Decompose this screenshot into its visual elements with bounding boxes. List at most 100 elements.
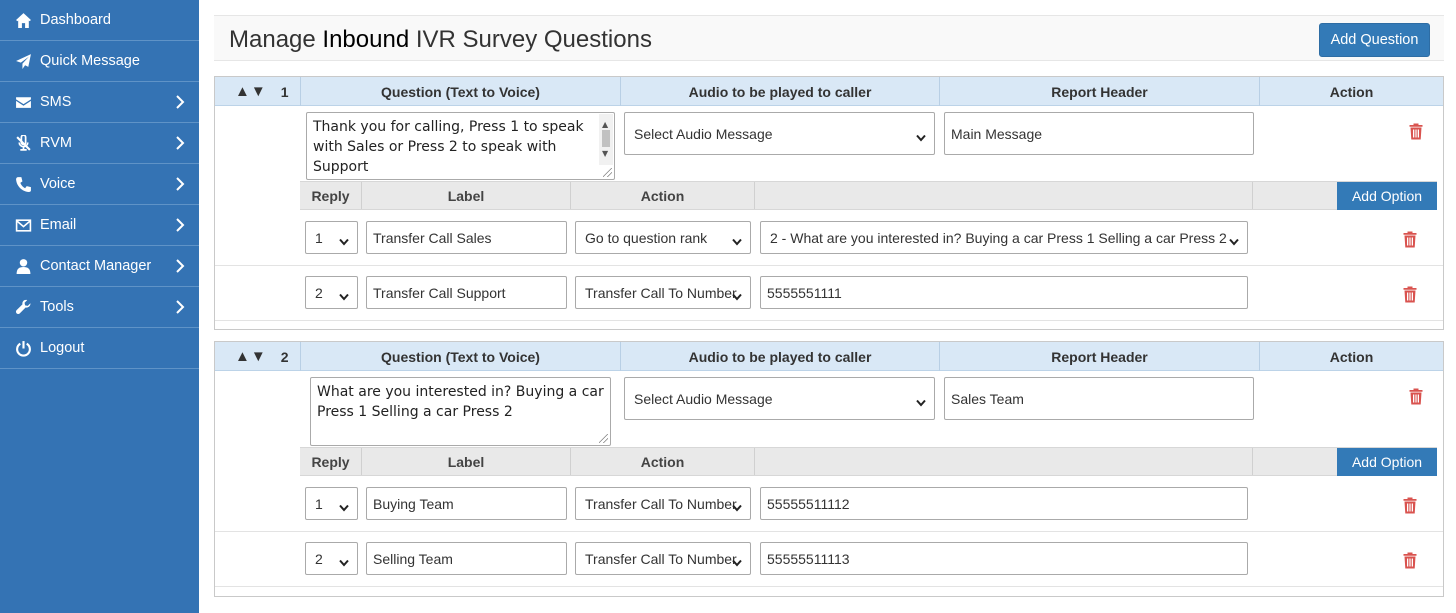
sidebar-item-sms[interactable]: SMS: [0, 82, 199, 123]
textarea-scrollbar[interactable]: ▲ ▼: [599, 114, 613, 165]
trash-icon: [1403, 497, 1417, 514]
rank-number: 2: [280, 348, 289, 365]
sidebar-item-rvm[interactable]: RVM: [0, 123, 199, 164]
option-action-select[interactable]: Go to question rank: [575, 221, 751, 254]
reorder-arrows-icon[interactable]: ▲▼: [235, 348, 267, 365]
sidebar-item-logout[interactable]: Logout: [0, 328, 199, 369]
chevron-down-icon: [732, 233, 742, 246]
column-audio: Audio to be played to caller: [620, 342, 939, 371]
rank-number: 1: [280, 83, 289, 100]
sidebar-item-label: Contact Manager: [40, 258, 152, 274]
column-question: Question (Text to Voice): [300, 77, 620, 106]
option-target-input[interactable]: 5555551111: [760, 276, 1248, 309]
audio-select[interactable]: Select Audio Message: [624, 377, 935, 420]
column-blank: [1252, 448, 1337, 475]
option-label-value: Transfer Call Support: [373, 284, 506, 301]
envelope-icon: [13, 93, 33, 111]
question-header: ▲▼ 2 Question (Text to Voice) Audio to b…: [215, 342, 1443, 371]
delete-option-button[interactable]: [1403, 286, 1417, 303]
question-text-input[interactable]: Thank you for calling, Press 1 to speak …: [306, 112, 615, 180]
chevron-right-icon: [175, 177, 185, 191]
chevron-down-icon: [339, 233, 349, 246]
sidebar-item-dashboard[interactable]: Dashboard: [0, 0, 199, 41]
question-text-input[interactable]: What are you interested in? Buying a car…: [310, 377, 611, 446]
option-target-input[interactable]: 55555511113: [760, 542, 1248, 575]
trash-icon: [1409, 388, 1423, 405]
option-action-select[interactable]: Transfer Call To Number: [575, 487, 751, 520]
delete-option-button[interactable]: [1403, 552, 1417, 569]
sidebar-item-label: RVM: [40, 135, 72, 151]
column-target: [754, 448, 1252, 475]
option-label-input[interactable]: Selling Team: [366, 542, 567, 575]
page-title-part1: Manage: [229, 26, 316, 53]
chevron-down-icon: [732, 499, 742, 512]
column-label: Label: [361, 182, 570, 209]
delete-option-button[interactable]: [1403, 497, 1417, 514]
sidebar: Dashboard Quick Message SMS RVM Voice Em…: [0, 0, 199, 613]
reply-select[interactable]: 1: [305, 487, 358, 520]
page-title-bold: Inbound: [322, 26, 410, 53]
column-option-action: Action: [570, 182, 754, 209]
reply-value: 2: [315, 284, 323, 301]
reply-select[interactable]: 2: [305, 542, 358, 575]
option-action-select[interactable]: Transfer Call To Number: [575, 542, 751, 575]
option-action-select[interactable]: Transfer Call To Number: [575, 276, 751, 309]
sidebar-item-voice[interactable]: Voice: [0, 164, 199, 205]
sidebar-item-email[interactable]: Email: [0, 205, 199, 246]
sidebar-item-quick-message[interactable]: Quick Message: [0, 41, 199, 82]
phone-icon: [13, 175, 33, 193]
option-target-input[interactable]: 55555511112: [760, 487, 1248, 520]
page-header: Manage Inbound IVR Survey Questions Add …: [214, 15, 1444, 61]
reply-value: 1: [315, 229, 323, 246]
resize-handle-icon[interactable]: [599, 434, 608, 443]
chevron-down-icon: [916, 129, 926, 142]
option-action-value: Transfer Call To Number: [585, 284, 737, 301]
column-report-header: Report Header: [939, 77, 1259, 106]
sidebar-item-tools[interactable]: Tools: [0, 287, 199, 328]
page-title-part2: IVR Survey Questions: [415, 26, 652, 53]
report-header-input[interactable]: Sales Team: [944, 377, 1254, 420]
chevron-down-icon: [339, 499, 349, 512]
report-header-input[interactable]: Main Message: [944, 112, 1254, 155]
delete-question-button[interactable]: [1409, 388, 1423, 405]
options-header: Reply Label Action Add Option: [300, 447, 1437, 476]
chevron-right-icon: [175, 300, 185, 314]
reply-select[interactable]: 1: [305, 221, 358, 254]
option-action-value: Transfer Call To Number: [585, 495, 737, 512]
question-block-2: ▲▼ 2 Question (Text to Voice) Audio to b…: [214, 341, 1444, 597]
trash-icon: [1409, 123, 1423, 140]
option-target-value: 5555551111: [767, 284, 842, 301]
question-text-value: What are you interested in? Buying a car…: [317, 384, 604, 420]
add-question-button[interactable]: Add Question: [1319, 23, 1430, 57]
option-label-input[interactable]: Transfer Call Support: [366, 276, 567, 309]
option-target-select[interactable]: 2 - What are you interested in? Buying a…: [760, 221, 1248, 254]
delete-question-button[interactable]: [1409, 123, 1423, 140]
sidebar-item-label: SMS: [40, 94, 72, 110]
page-title: Manage Inbound IVR Survey Questions: [229, 26, 652, 54]
audio-select-value: Select Audio Message: [634, 390, 773, 407]
option-label-input[interactable]: Transfer Call Sales: [366, 221, 567, 254]
power-icon: [13, 339, 33, 357]
microphone-slash-icon: [13, 134, 33, 152]
options-header: Reply Label Action Add Option: [300, 181, 1437, 210]
option-target-value: 55555511113: [767, 550, 850, 567]
sidebar-item-label: Logout: [40, 340, 85, 356]
reorder-arrows-icon[interactable]: ▲▼: [235, 83, 267, 100]
sidebar-item-contact-manager[interactable]: Contact Manager: [0, 246, 199, 287]
option-label-input[interactable]: Buying Team: [366, 487, 567, 520]
question-text-value: Thank you for calling, Press 1 to speak …: [313, 119, 584, 175]
audio-select[interactable]: Select Audio Message: [624, 112, 935, 155]
envelope-outline-icon: [13, 216, 33, 234]
option-label-value: Selling Team: [373, 550, 453, 567]
reply-value: 2: [315, 550, 323, 567]
resize-handle-icon[interactable]: [603, 168, 612, 177]
sidebar-item-label: Tools: [40, 299, 74, 315]
add-option-button[interactable]: Add Option: [1337, 448, 1437, 476]
add-option-button[interactable]: Add Option: [1337, 182, 1437, 210]
trash-icon: [1403, 552, 1417, 569]
sidebar-item-label: Email: [40, 217, 77, 233]
delete-option-button[interactable]: [1403, 231, 1417, 248]
question-block-1: ▲▼ 1 Question (Text to Voice) Audio to b…: [214, 76, 1444, 330]
row-divider: [215, 265, 1443, 266]
reply-select[interactable]: 2: [305, 276, 358, 309]
